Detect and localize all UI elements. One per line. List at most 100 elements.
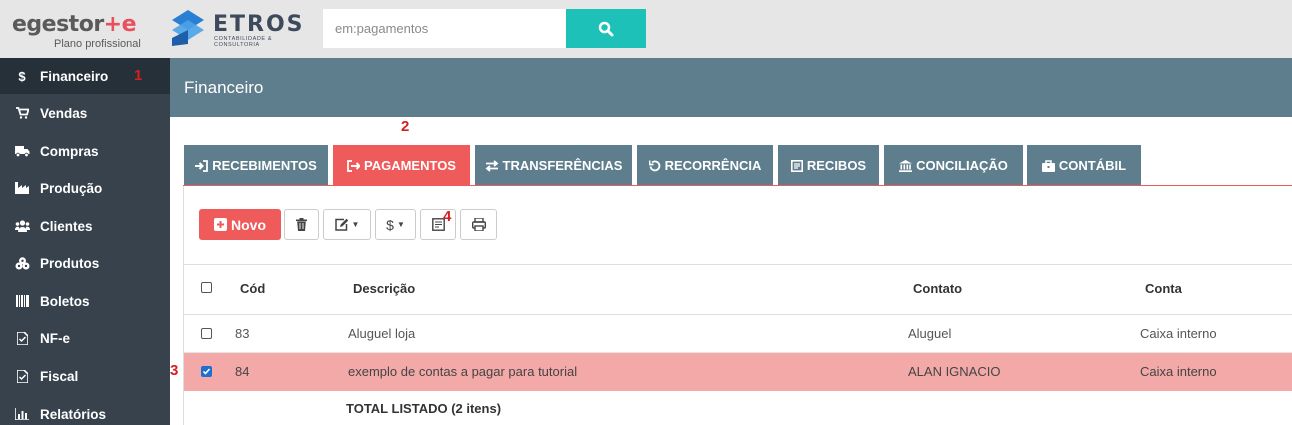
cart-icon (14, 107, 30, 119)
tab-pagamentos[interactable]: PAGAMENTOS (333, 145, 470, 186)
tab-label: RECEBIMENTOS (212, 158, 317, 173)
sidebar-item-label: NF-e (40, 330, 70, 346)
sidebar-item-nfe[interactable]: NF-e (0, 320, 170, 356)
sidebar-item-label: Produção (40, 180, 103, 196)
annotation-marker: 3 (170, 362, 179, 379)
annotation-marker: 2 (401, 118, 410, 135)
sidebar-item-produtos[interactable]: Produtos (0, 245, 170, 281)
tab-conciliacao[interactable]: CONCILIAÇÃO (884, 145, 1023, 186)
sign-out-icon (347, 159, 360, 172)
undo-icon (648, 160, 661, 172)
tab-label: TRANSFERÊNCIAS (502, 158, 623, 173)
novo-button[interactable]: Novo (199, 209, 281, 240)
cell-conta: Caixa interno (1140, 326, 1217, 341)
document-icon (14, 331, 30, 345)
receipt-icon (790, 159, 803, 172)
total-listed-label: TOTAL LISTADO (2 itens) (346, 401, 502, 416)
sidebar-item-label: Vendas (40, 105, 88, 121)
cell-descricao: Aluguel loja (348, 326, 416, 341)
select-all-checkbox[interactable] (201, 282, 212, 293)
barcode-icon (14, 295, 30, 307)
sidebar-item-label: Compras (40, 143, 99, 159)
sidebar-item-label: Fiscal (40, 368, 79, 384)
truck-icon (14, 145, 30, 157)
tab-label: RECIBOS (806, 158, 867, 173)
egestor-logo[interactable]: egestor+e Plano profissional (12, 10, 152, 52)
plan-label: Plano profissional (54, 38, 141, 50)
sidebar: $ Financeiro Vendas Compras Produção Cli… (0, 58, 170, 425)
column-header-conta[interactable]: Conta (1145, 281, 1182, 296)
sidebar-item-boletos[interactable]: Boletos (0, 283, 170, 319)
annotation-marker: 1 (134, 67, 143, 84)
sidebar-item-producao[interactable]: Produção (0, 170, 170, 206)
etros-logo: ETROS CONTABILIDADE & CONSULTORIA (168, 6, 308, 52)
tab-label: PAGAMENTOS (364, 158, 456, 173)
cell-cod: 83 (235, 326, 250, 341)
cell-conta: Caixa interno (1140, 364, 1217, 379)
column-header-descricao[interactable]: Descrição (353, 281, 415, 296)
trash-icon (296, 218, 307, 231)
egestor-logo-text: egestor (12, 12, 104, 37)
cell-cod: 84 (235, 364, 250, 379)
table-top-border (184, 264, 1292, 265)
plus-square-icon (214, 218, 227, 231)
sidebar-item-clientes[interactable]: Clientes (0, 208, 170, 244)
document-icon (14, 369, 30, 383)
page-header: Financeiro (170, 58, 1292, 117)
tab-recibos[interactable]: RECIBOS (778, 145, 879, 186)
chevron-down-icon: ▼ (396, 220, 405, 229)
dollar-icon: $ (386, 216, 394, 233)
row-checkbox[interactable] (201, 366, 212, 377)
checkmark-icon (202, 368, 211, 375)
top-header: egestor+e Plano profissional ETROS CONTA… (0, 0, 1292, 58)
cubes-icon (14, 256, 30, 270)
bar-chart-icon (14, 408, 30, 420)
edit-dropdown-button[interactable]: ▼ (323, 209, 371, 240)
row-checkbox[interactable] (201, 328, 212, 339)
page-title: Financeiro (184, 78, 264, 97)
tab-recebimentos[interactable]: RECEBIMENTOS (184, 145, 328, 186)
print-button[interactable] (460, 209, 497, 240)
table-row-selected[interactable]: 84 exemplo de contas a pagar para tutori… (184, 353, 1292, 391)
cell-descricao: exemplo de contas a pagar para tutorial (348, 364, 578, 379)
dollar-icon: $ (18, 68, 26, 84)
sidebar-item-label: Boletos (40, 293, 90, 309)
users-icon (14, 220, 30, 232)
tab-label: CONCILIAÇÃO (916, 158, 1008, 173)
tab-transferencias[interactable]: TRANSFERÊNCIAS (475, 145, 632, 186)
sidebar-item-compras[interactable]: Compras (0, 133, 170, 169)
egestor-logo-mark: +e (103, 12, 137, 37)
payment-dropdown-button[interactable]: $ ▼ (375, 209, 416, 240)
tab-recorrencia[interactable]: RECORRÊNCIA (637, 145, 773, 186)
search-input[interactable] (323, 9, 567, 48)
sidebar-item-label: Relatórios (40, 406, 107, 422)
annotation-marker: 4 (443, 208, 452, 225)
bank-icon (899, 159, 913, 172)
sidebar-item-label: Financeiro (40, 68, 109, 84)
edit-icon (334, 218, 348, 231)
column-header-contato[interactable]: Contato (913, 281, 962, 296)
tab-contabil[interactable]: CONTÁBIL (1027, 145, 1141, 186)
etros-logo-icon (172, 10, 204, 46)
exchange-icon (485, 159, 499, 172)
sidebar-item-fiscal[interactable]: Fiscal (0, 358, 170, 394)
sign-in-icon (195, 159, 209, 172)
chevron-down-icon: ▼ (351, 220, 360, 229)
print-icon (471, 218, 486, 231)
cell-contato: ALAN IGNACIO (908, 364, 1001, 379)
briefcase-icon (1041, 159, 1055, 172)
search-icon (598, 21, 614, 36)
tab-label: CONTÁBIL (1058, 158, 1127, 173)
cell-contato: Aluguel (908, 326, 952, 341)
table-row[interactable]: 83 Aluguel loja Aluguel Caixa interno (184, 315, 1292, 353)
tab-label: RECORRÊNCIA (664, 158, 762, 173)
column-header-cod[interactable]: Cód (240, 281, 265, 296)
delete-button[interactable] (284, 209, 319, 240)
search-button[interactable] (566, 9, 646, 48)
sidebar-item-financeiro[interactable]: $ Financeiro (0, 58, 170, 94)
sidebar-item-label: Clientes (40, 218, 93, 234)
sidebar-item-relatorios[interactable]: Relatórios (0, 396, 170, 425)
novo-button-label: Novo (231, 216, 266, 233)
sidebar-item-vendas[interactable]: Vendas (0, 95, 170, 131)
industry-icon (14, 182, 30, 194)
